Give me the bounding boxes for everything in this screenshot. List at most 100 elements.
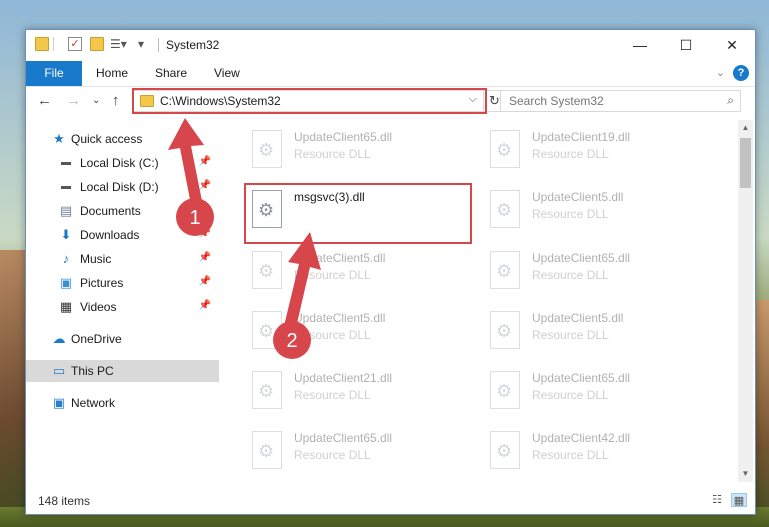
sidebar-item-label: Local Disk (C:) <box>80 156 159 170</box>
sidebar-item-this-pc[interactable]: ▭ This PC <box>26 360 219 382</box>
gear-icon: ⚙ <box>496 200 513 220</box>
up-arrow-icon[interactable]: ↑ <box>112 92 120 109</box>
file-item[interactable]: ⚙ UpdateClient5.dll Resource DLL <box>484 186 714 234</box>
file-type: Resource DLL <box>294 268 371 282</box>
file-type: Resource DLL <box>532 268 609 282</box>
file-name: UpdateClient5.dll <box>294 311 386 325</box>
pin-icon[interactable]: 📌 <box>199 228 211 239</box>
sidebar-item-label: Quick access <box>71 132 143 146</box>
scroll-down-arrow-icon[interactable]: ▼ <box>738 466 753 482</box>
sidebar-item-label: This PC <box>71 364 114 378</box>
file-item[interactable]: ⚙ UpdateClient65.dll Resource DLL <box>484 247 714 295</box>
file-item[interactable]: ⚙ UpdateClient19.dll Resource DLL <box>484 126 714 174</box>
tab-view[interactable]: View <box>214 61 240 86</box>
file-item[interactable]: ⚙ UpdateClient5.dll Resource DLL <box>246 307 476 355</box>
pin-icon[interactable]: 📌 <box>199 204 211 215</box>
tab-home[interactable]: Home <box>96 61 128 86</box>
pin-icon[interactable]: 📌 <box>199 276 211 287</box>
scroll-up-arrow-icon[interactable]: ▲ <box>738 120 753 136</box>
vertical-scrollbar[interactable]: ▲ ▼ <box>738 120 753 482</box>
file-type: Resource DLL <box>294 388 371 402</box>
gear-icon: ⚙ <box>258 140 275 160</box>
tab-file[interactable]: File <box>26 61 82 86</box>
sidebar-item-quick-access[interactable]: ★ Quick access <box>26 128 219 150</box>
dll-file-icon: ⚙ <box>490 190 520 228</box>
minimize-button[interactable]: — <box>617 30 663 61</box>
sidebar-item-videos[interactable]: ▦ Videos 📌 <box>26 296 219 318</box>
sidebar-item-label: Music <box>80 252 112 266</box>
close-button[interactable]: ✕ <box>709 30 755 61</box>
maximize-button[interactable]: ☐ <box>663 30 709 61</box>
toolbar-separator <box>53 37 54 51</box>
back-arrow-icon[interactable]: ← <box>37 92 52 109</box>
sidebar-item-downloads[interactable]: ⬇ Downloads 📌 <box>26 224 219 246</box>
sidebar-item-label: OneDrive <box>71 332 122 346</box>
sidebar-item-label: Downloads <box>80 228 140 242</box>
properties-check-icon[interactable]: ✓ <box>68 37 82 51</box>
file-item[interactable]: ⚙ UpdateClient42.dll Resource DLL <box>484 427 714 475</box>
file-name: UpdateClient19.dll <box>532 130 631 144</box>
title-bar: ✓ ☰▾ ▾ System32 — ☐ ✕ <box>26 30 755 61</box>
sidebar-item-label: Network <box>71 396 116 410</box>
pin-icon[interactable]: 📌 <box>199 156 211 167</box>
customize-toolbar-icon[interactable]: ▾ <box>138 37 148 51</box>
gear-icon: ⚙ <box>258 441 275 461</box>
sidebar-item-music[interactable]: ♪ Music 📌 <box>26 248 219 270</box>
sidebar-item-documents[interactable]: ▤ Documents 📌 <box>26 200 219 222</box>
network-icon: ▣ <box>52 395 66 410</box>
tab-share[interactable]: Share <box>155 61 187 86</box>
window-title: System32 <box>166 38 220 52</box>
forward-arrow-icon[interactable]: → <box>66 92 81 109</box>
pictures-icon: ▣ <box>59 275 73 290</box>
file-type: Resource DLL <box>532 147 609 161</box>
file-item[interactable]: ⚙ UpdateClient65.dll Resource DLL <box>246 427 476 475</box>
file-item[interactable]: ⚙ UpdateClient5.dll Resource DLL <box>246 247 476 295</box>
recent-locations-chevron-icon[interactable]: ⌄ <box>92 95 100 106</box>
sidebar-item-local-disk-d[interactable]: ▬ Local Disk (D:) 📌 <box>26 176 219 198</box>
drive-icon: ▬ <box>61 181 71 192</box>
sidebar-item-local-disk-c[interactable]: ▬ Local Disk (C:) 📌 <box>26 152 219 174</box>
search-icon[interactable]: ⌕ <box>727 93 734 108</box>
file-item[interactable]: ⚙ UpdateClient5.dll Resource DLL <box>484 307 714 355</box>
scroll-thumb[interactable] <box>740 138 751 188</box>
file-name: UpdateClient65.dll <box>294 130 393 144</box>
quick-access-menu-icon[interactable]: ☰▾ <box>110 37 130 51</box>
gear-icon: ⚙ <box>258 321 275 341</box>
sidebar-item-onedrive[interactable]: ☁ OneDrive <box>26 328 219 350</box>
gear-icon: ⚙ <box>496 321 513 341</box>
file-highlight <box>244 183 472 244</box>
expand-ribbon-chevron-icon[interactable]: ⌄ <box>716 66 725 79</box>
search-box[interactable]: ⌕ <box>500 90 741 112</box>
new-folder-icon[interactable] <box>90 37 104 51</box>
sidebar-item-pictures[interactable]: ▣ Pictures 📌 <box>26 272 219 294</box>
download-icon: ⬇ <box>60 227 72 242</box>
dll-file-icon: ⚙ <box>252 251 282 289</box>
sidebar-item-label: Pictures <box>80 276 124 290</box>
dll-file-icon: ⚙ <box>490 251 520 289</box>
sidebar-item-network[interactable]: ▣ Network <box>26 392 219 414</box>
search-input[interactable] <box>507 93 711 109</box>
file-name: UpdateClient65.dll <box>532 251 631 265</box>
file-name: UpdateClient42.dll <box>532 431 631 445</box>
tiles-view-icon[interactable]: ▦ <box>731 493 747 507</box>
file-item[interactable]: ⚙ UpdateClient21.dll Resource DLL <box>246 367 476 415</box>
help-icon[interactable]: ? <box>733 65 749 81</box>
file-item[interactable]: ⚙ UpdateClient65.dll Resource DLL <box>484 367 714 415</box>
dll-file-icon: ⚙ <box>252 371 282 409</box>
file-list: ⚙ UpdateClient65.dll Resource DLL ⚙ msgs… <box>226 120 736 480</box>
gear-icon: ⚙ <box>496 261 513 281</box>
pin-icon[interactable]: 📌 <box>199 252 211 263</box>
file-type: Resource DLL <box>532 388 609 402</box>
details-view-icon[interactable]: ☷ <box>709 493 725 507</box>
file-name: UpdateClient5.dll <box>294 251 386 265</box>
file-item[interactable]: ⚙ UpdateClient65.dll Resource DLL <box>246 126 476 174</box>
pin-icon[interactable]: 📌 <box>199 180 211 191</box>
documents-icon: ▤ <box>59 203 73 218</box>
pin-icon[interactable]: 📌 <box>199 300 211 311</box>
folder-icon[interactable] <box>35 37 49 51</box>
dll-file-icon: ⚙ <box>490 431 520 469</box>
file-type: Resource DLL <box>294 448 371 462</box>
file-type: Resource DLL <box>294 328 371 342</box>
music-icon: ♪ <box>62 251 70 266</box>
file-type: Resource DLL <box>532 207 609 221</box>
